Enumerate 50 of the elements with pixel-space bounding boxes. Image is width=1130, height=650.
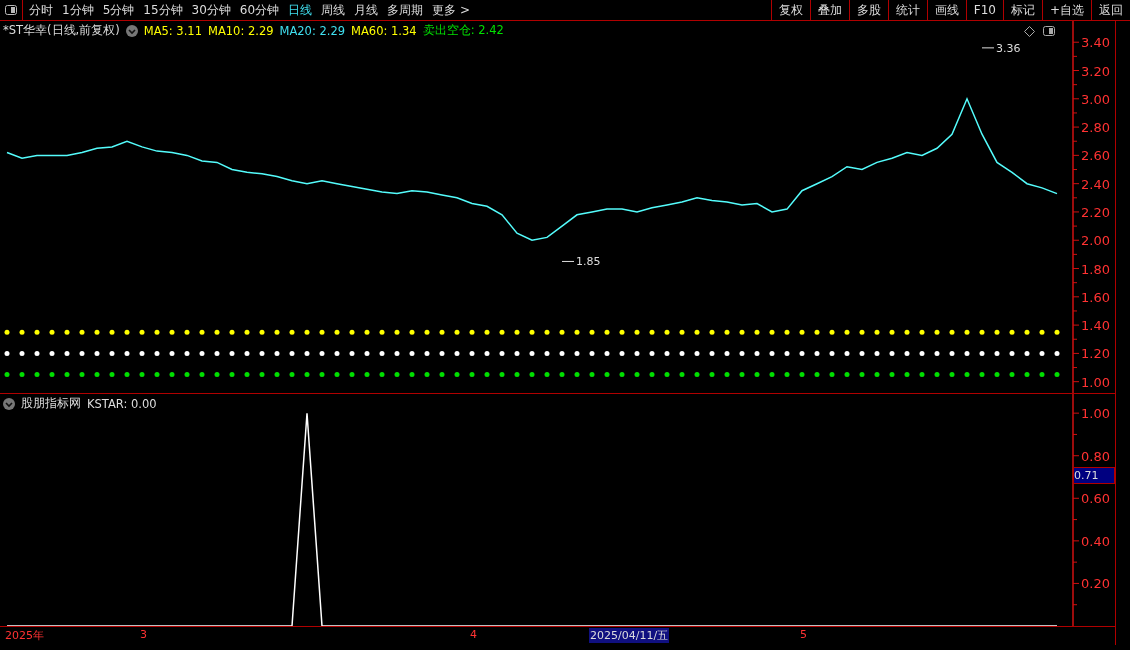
axis-label: 2.00 [1081, 233, 1110, 249]
date-label: 2025/04/11/五 [589, 628, 670, 643]
axis-label: 3.20 [1081, 63, 1110, 79]
indicator-value: MA20: 2.29 [279, 23, 346, 38]
axis-label: 2.20 [1081, 204, 1110, 220]
axis-label: 1.20 [1081, 346, 1110, 362]
axis-label: 1.00 [1081, 406, 1110, 422]
axis-label: 1.40 [1081, 318, 1110, 334]
chevron-circle-icon[interactable] [125, 24, 138, 37]
panel-toggle-icon[interactable] [5, 5, 17, 15]
axis-label: 1.60 [1081, 289, 1110, 305]
indicator-value: MA5: 3.11 [143, 23, 202, 38]
price-mark: 1.85 [561, 255, 601, 269]
period-tab[interactable]: 60分钟 [239, 1, 280, 19]
axis-label: 1.80 [1081, 261, 1110, 277]
period-tab[interactable]: 30分钟 [191, 1, 231, 19]
indicator-title: 股朋指标网 [21, 396, 81, 411]
indicator-value: KSTAR: 0.00 [87, 396, 157, 411]
stock-title: *ST华幸(日线,前复权) [3, 23, 120, 38]
axis-label: 0.60 [1081, 491, 1110, 507]
indicator-value: MA10: 2.29 [207, 23, 274, 38]
period-tab[interactable]: 更多 > [432, 1, 470, 19]
indicator-value: 卖出空仓: 2.42 [422, 23, 504, 38]
period-tab[interactable]: 5分钟 [102, 1, 135, 19]
cursor-value-label: 0.71 [1073, 466, 1115, 484]
period-tab[interactable]: 日线 [288, 1, 313, 19]
period-tab[interactable]: 15分钟 [143, 1, 183, 19]
axis-label: 0.20 [1081, 576, 1110, 592]
chevron-circle-icon[interactable] [3, 397, 15, 410]
period-tab[interactable]: 周线 [321, 1, 346, 19]
date-label: 2025年 [4, 628, 45, 643]
axis-label: 2.80 [1081, 120, 1110, 136]
panel-toggle-icon[interactable] [1043, 26, 1055, 36]
period-tab[interactable]: 分时 [29, 1, 53, 19]
axis-label: 0.40 [1081, 533, 1110, 549]
period-tab[interactable]: 月线 [354, 1, 379, 19]
date-label: 3 [139, 628, 148, 641]
axis-label: 1.00 [1081, 374, 1110, 390]
date-label: 4 [469, 628, 478, 641]
axis-label: 2.40 [1081, 176, 1110, 192]
price-mark: 3.36 [981, 41, 1021, 55]
axis-label: 2.60 [1081, 148, 1110, 164]
period-tab[interactable]: 多周期 [387, 1, 424, 19]
diamond-icon[interactable] [1024, 26, 1035, 37]
axis-label: 0.80 [1081, 448, 1110, 464]
indicator-value: MA60: 1.34 [351, 23, 417, 38]
axis-label: 3.40 [1081, 35, 1110, 51]
period-tab[interactable]: 1分钟 [62, 1, 94, 19]
date-label: 5 [799, 628, 808, 641]
axis-label: 3.00 [1081, 91, 1110, 107]
